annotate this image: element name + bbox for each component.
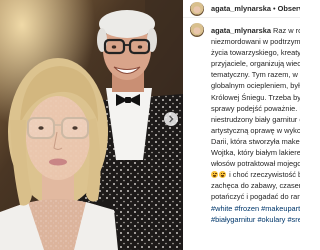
- caption-text: agata_mlynarska Raz w roku, na niezmordo…: [211, 25, 300, 225]
- caption-line: Królowej Śniegu. Trzeba było do: [211, 92, 300, 102]
- header-separator: •: [272, 4, 276, 13]
- caption-line: niestrudzony biały garnitur dost: [211, 114, 300, 124]
- post-header: agata_mlynarska•Obserwowanie: [183, 0, 300, 18]
- laughing-emoji-icon: [219, 171, 226, 179]
- post-image[interactable]: [0, 0, 183, 250]
- profile-avatar[interactable]: [190, 2, 204, 16]
- caption-line: artystyczną oprawę w wykonani: [211, 125, 300, 135]
- hashtag-line: #white #frozen #makeupartist: [211, 203, 300, 214]
- hashtag-link[interactable]: #białygarnitur: [211, 215, 255, 224]
- caption-line: Darii, która stworzyła makeup i: [211, 136, 300, 146]
- caption-username[interactable]: agata_mlynarska: [211, 26, 271, 35]
- caption-line: Wojtka, który białym lakierem d: [211, 148, 300, 158]
- caption-line: życia towarzyskiego, kreatywni: [211, 48, 300, 58]
- caption-line-text: Raz w roku, na: [273, 26, 300, 35]
- hashtag-link[interactable]: #okulary: [257, 215, 285, 224]
- caption-line: włosów potraktował mojego mę: [211, 159, 300, 169]
- header-username[interactable]: agata_mlynarska: [211, 4, 271, 13]
- hashtag-link[interactable]: #white: [211, 204, 232, 213]
- hashtag-link[interactable]: #frozen: [234, 204, 259, 213]
- caption-line: agata_mlynarska Raz w roku, na: [211, 25, 300, 36]
- hashtag-link[interactable]: #srebro: [287, 215, 300, 224]
- caption-line: globalnym ociepleniem, był to b: [211, 81, 300, 91]
- chevron-right-icon: [167, 115, 175, 123]
- caption-line-text: i choć rzeczywistość b: [229, 170, 300, 180]
- post-sidebar: agata_mlynarska•Obserwowanie agata_mlyna…: [183, 0, 300, 250]
- hashtag-line: #białygarnitur #okulary #srebro: [211, 214, 300, 225]
- following-button[interactable]: Obserwowanie: [278, 4, 300, 13]
- caption-line: przyjaciele, organizują wieczór: [211, 59, 300, 69]
- header-text: agata_mlynarska•Obserwowanie: [211, 4, 300, 13]
- caption-avatar[interactable]: [190, 23, 204, 37]
- caption-line: potańczyć i pogadać do rana...: [211, 192, 300, 202]
- next-slide-button[interactable]: [164, 112, 178, 126]
- laughing-emoji-icon: [211, 171, 218, 179]
- post-photo: [0, 0, 183, 250]
- caption-line: tematyczny. Tym razem, w związk: [211, 70, 300, 80]
- caption: agata_mlynarska Raz w roku, na niezmordo…: [183, 19, 300, 250]
- instagram-post: agata_mlynarska•Obserwowanie agata_mlyna…: [0, 0, 300, 250]
- hashtag-link[interactable]: #makeupartist: [261, 204, 300, 213]
- caption-line: niezmordowani w podtrzymywan: [211, 37, 300, 47]
- caption-line: i choć rzeczywistość b: [211, 169, 300, 180]
- caption-line: zachęca do zabawy, czasem trzeba: [211, 181, 300, 191]
- caption-line: sprawy podejść poważnie. Mój: [211, 103, 300, 113]
